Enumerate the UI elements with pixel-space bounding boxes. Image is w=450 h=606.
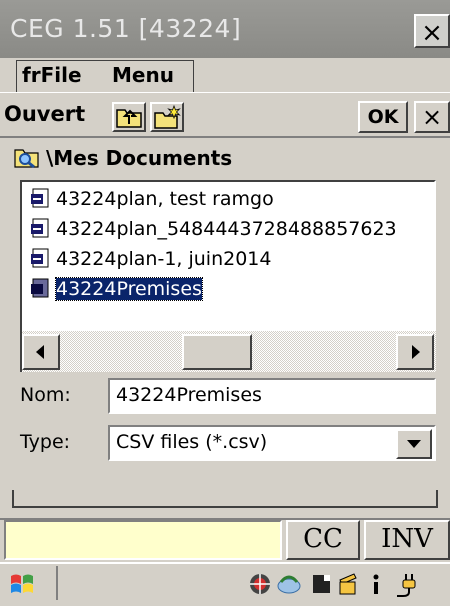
dialog-title: Ouvert xyxy=(4,102,86,126)
sync-icon[interactable] xyxy=(276,572,301,596)
type-dropdown-button[interactable] xyxy=(396,429,432,459)
ok-button[interactable]: OK xyxy=(358,101,408,133)
entry-input[interactable] xyxy=(4,520,282,560)
filename-field[interactable]: 43224Premises xyxy=(108,378,436,414)
document-icon xyxy=(31,278,49,298)
file-name: 43224plan_5484443728488857623 xyxy=(56,218,397,240)
new-folder-button[interactable] xyxy=(150,102,184,132)
new-folder-icon xyxy=(154,104,181,129)
document-icon xyxy=(31,188,49,208)
type-select[interactable]: CSV files (*.csv) xyxy=(108,425,436,461)
title-close-button[interactable]: × xyxy=(414,14,450,48)
file-name: 43224plan, test ramgo xyxy=(56,188,274,210)
card-icon[interactable] xyxy=(310,572,334,596)
dialog-close-button[interactable]: × xyxy=(414,101,450,133)
menu-frfile[interactable]: frFile xyxy=(22,63,82,87)
arrow-right-icon xyxy=(412,345,420,359)
battery-icon[interactable] xyxy=(336,572,360,596)
scroll-right-button[interactable] xyxy=(396,334,434,370)
type-label: Type: xyxy=(20,431,71,453)
document-icon xyxy=(31,218,49,238)
power-icon[interactable] xyxy=(394,572,422,597)
up-folder-icon xyxy=(116,109,142,128)
arrow-left-icon xyxy=(36,345,44,359)
file-name: 43224plan-1, juin2014 xyxy=(56,248,272,270)
menu-menu[interactable]: Menu xyxy=(112,63,174,87)
windows-start-icon[interactable] xyxy=(8,570,38,598)
nom-label: Nom: xyxy=(20,384,71,406)
chevron-down-icon xyxy=(407,440,421,448)
info-icon[interactable] xyxy=(364,572,388,596)
window-title: CEG 1.51 [43224] xyxy=(10,14,242,43)
network-icon[interactable] xyxy=(248,572,272,596)
up-folder-button[interactable] xyxy=(112,102,146,132)
folder-search-icon xyxy=(14,149,39,169)
list-item[interactable]: 43224plan-1, juin2014 xyxy=(30,248,272,276)
list-item-selected[interactable]: 43224Premises xyxy=(30,277,203,306)
scroll-left-button[interactable] xyxy=(22,334,60,370)
list-item[interactable]: 43224plan, test ramgo xyxy=(30,188,274,216)
scroll-thumb[interactable] xyxy=(182,334,252,370)
current-path[interactable]: \Mes Documents xyxy=(14,146,232,170)
inv-button[interactable]: INV xyxy=(364,520,450,560)
file-name: 43224Premises xyxy=(55,277,203,301)
divider xyxy=(12,490,438,508)
taskbar-divider xyxy=(56,566,58,600)
path-label: \Mes Documents xyxy=(46,146,233,170)
cc-button[interactable]: CC xyxy=(286,520,360,560)
list-item[interactable]: 43224plan_5484443728488857623 xyxy=(30,218,397,246)
document-icon xyxy=(31,248,49,268)
